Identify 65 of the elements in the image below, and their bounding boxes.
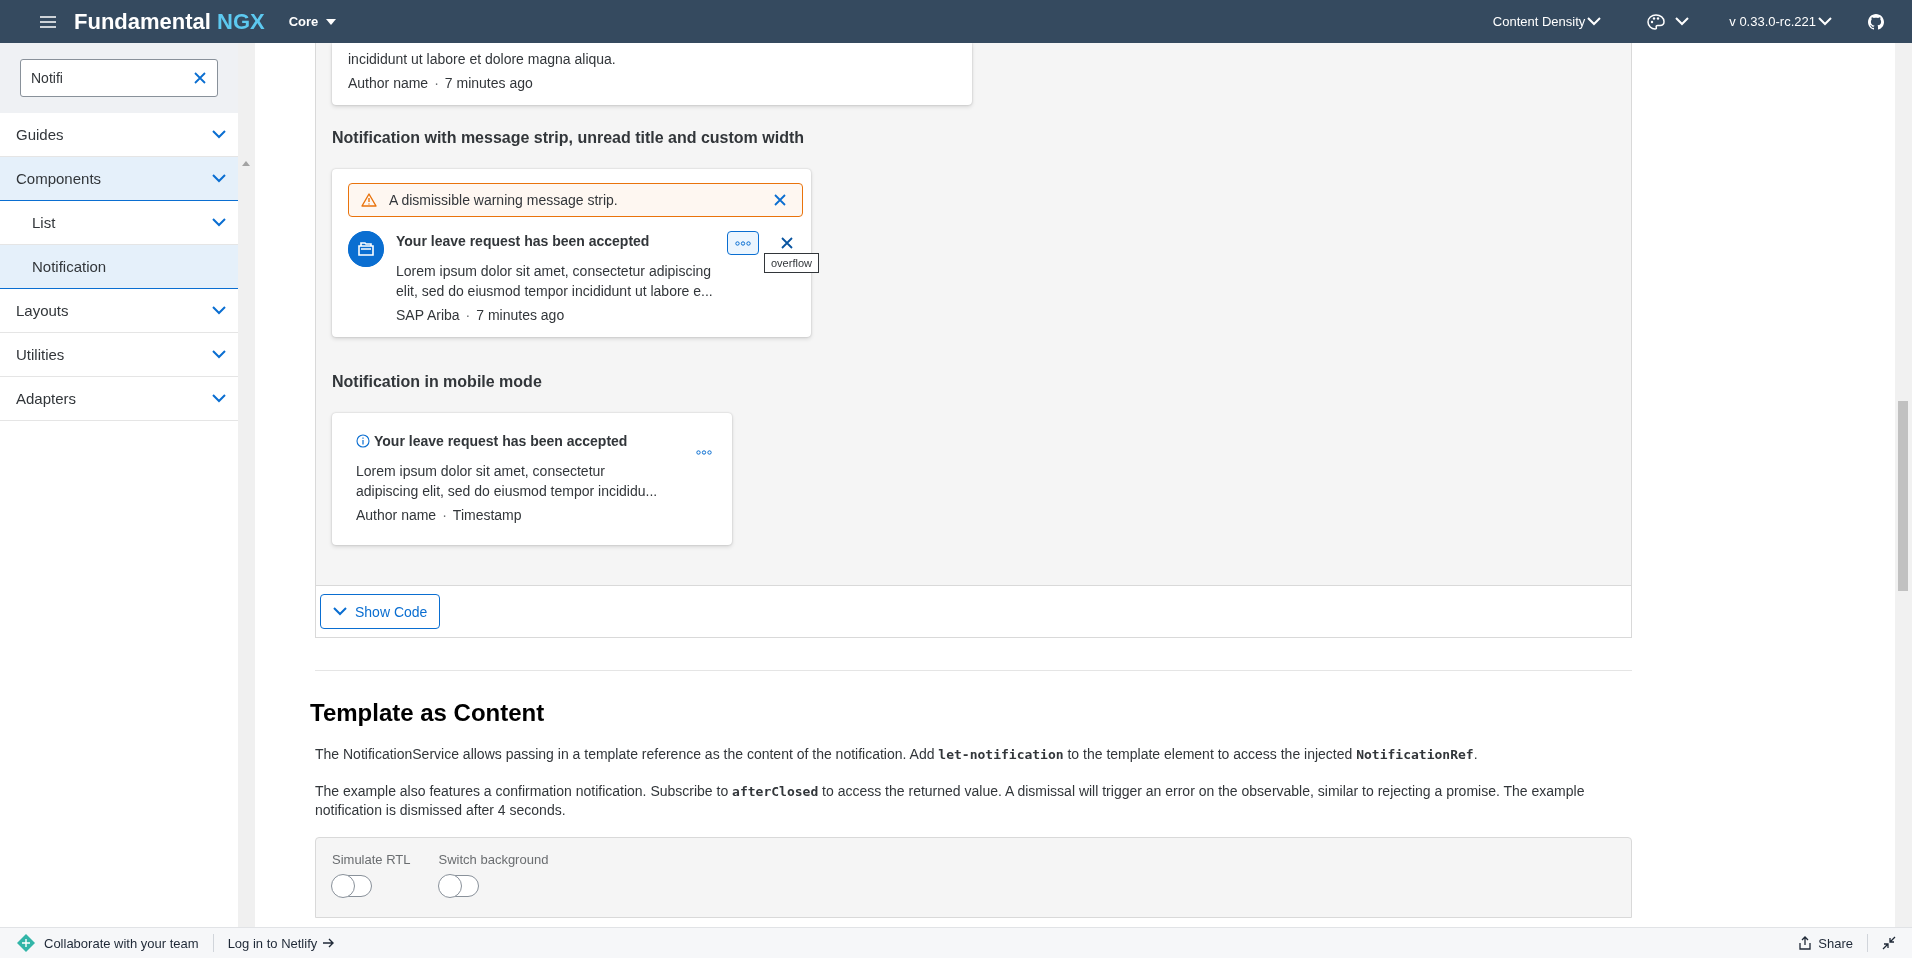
toggle-switch[interactable] xyxy=(332,875,372,897)
paragraph: The example also features a confirmation notification. Subscribe to afterClosed to access the returned value. A dismissal will trigger an error on the observable, similar to rejecting a promise. The example notification is dismissed after 4 seconds. xyxy=(315,782,1586,819)
chevron-down-icon xyxy=(212,306,226,315)
example-heading: Notification in mobile mode xyxy=(332,372,543,392)
avatar-icon xyxy=(348,231,384,267)
version-dropdown[interactable]: v 0.33.0-rc.221 xyxy=(1729,14,1832,29)
overflow-button[interactable] xyxy=(727,231,759,255)
toggle-label: Simulate RTL xyxy=(332,852,411,867)
author-name: SAP Ariba xyxy=(396,307,460,323)
timestamp: 7 minutes ago xyxy=(476,307,565,323)
search-field[interactable]: Notifi xyxy=(20,59,218,97)
caret-down-icon xyxy=(326,18,337,25)
chevron-down-icon xyxy=(333,607,347,616)
notification-body: Lorem ipsum dolor sit amet, consectetur adipiscing elit, sed do eiusmod tempor incididunt ut labore e... xyxy=(396,262,714,301)
author-name: Author name xyxy=(356,507,437,523)
chevron-down-icon xyxy=(212,130,226,139)
chevron-down-icon xyxy=(1587,17,1602,26)
library-dropdown[interactable]: Core xyxy=(282,13,343,30)
chevron-down-icon xyxy=(1675,17,1690,26)
scrollbar[interactable] xyxy=(1895,43,1912,927)
toggle-switch[interactable] xyxy=(438,875,479,897)
separator-dot: · xyxy=(465,307,471,323)
author-name: Author name xyxy=(348,75,429,91)
notification-title: Your leave request has been accepted xyxy=(396,233,651,249)
share-icon xyxy=(1798,936,1813,950)
nav-item[interactable]: Components xyxy=(0,157,238,201)
info-icon xyxy=(356,434,370,448)
collapse-icon[interactable] xyxy=(1882,936,1896,950)
separator-dot: · xyxy=(434,75,439,91)
netlify-logo-icon xyxy=(16,933,36,953)
separator-dot: · xyxy=(442,507,447,523)
menu-icon[interactable] xyxy=(40,15,56,28)
show-code-button[interactable]: Show Code xyxy=(320,594,441,629)
close-icon xyxy=(781,237,793,249)
timestamp: Timestamp xyxy=(452,507,522,523)
chevron-down-icon xyxy=(212,174,226,183)
strip-message: A dismissible warning message strip. xyxy=(389,192,619,208)
timestamp: 7 minutes ago xyxy=(444,75,533,91)
notification-body: Lorem ipsum dolor sit amet, consectetur adipiscing elit, sed do eiusmod tempor incididu... xyxy=(356,462,659,501)
close-icon xyxy=(194,72,206,84)
brand-logo: Fundamental NGX xyxy=(74,8,265,35)
chevron-down-icon xyxy=(212,394,226,403)
more-icon xyxy=(735,240,751,246)
theme-dropdown[interactable] xyxy=(1647,13,1690,30)
section-heading: Template as Content xyxy=(310,698,546,728)
example-heading: Notification with message strip, unread title and custom width xyxy=(332,128,806,148)
share-button[interactable]: Share xyxy=(1798,935,1853,951)
notification-title: Your leave request has been accepted xyxy=(374,433,628,449)
nav-item[interactable]: Notification xyxy=(0,245,238,289)
chevron-down-icon xyxy=(212,218,226,227)
paragraph: The NotificationService allows passing in a template reference as the content of the notification. Add let-notification to the template element to access the injected NotificationRef. xyxy=(315,745,1479,764)
github-icon[interactable] xyxy=(1868,13,1884,30)
more-icon xyxy=(696,450,712,455)
collaborate-text: Collaborate with your team xyxy=(44,935,199,951)
arrow-right-icon xyxy=(323,938,335,948)
clear-button[interactable] xyxy=(192,70,208,86)
density-dropdown[interactable]: Content Density xyxy=(1492,14,1602,29)
warning-icon xyxy=(361,193,377,207)
chevron-down-icon xyxy=(1818,17,1832,26)
chevron-down-icon xyxy=(212,350,226,359)
tooltip: overflow xyxy=(764,253,819,273)
toggle-label: Switch background xyxy=(438,852,549,867)
close-icon xyxy=(774,194,786,206)
notification-body: incididunt ut labore et dolore magna aliqua. xyxy=(348,50,617,69)
login-link[interactable]: Log in to Netlify xyxy=(227,935,335,951)
